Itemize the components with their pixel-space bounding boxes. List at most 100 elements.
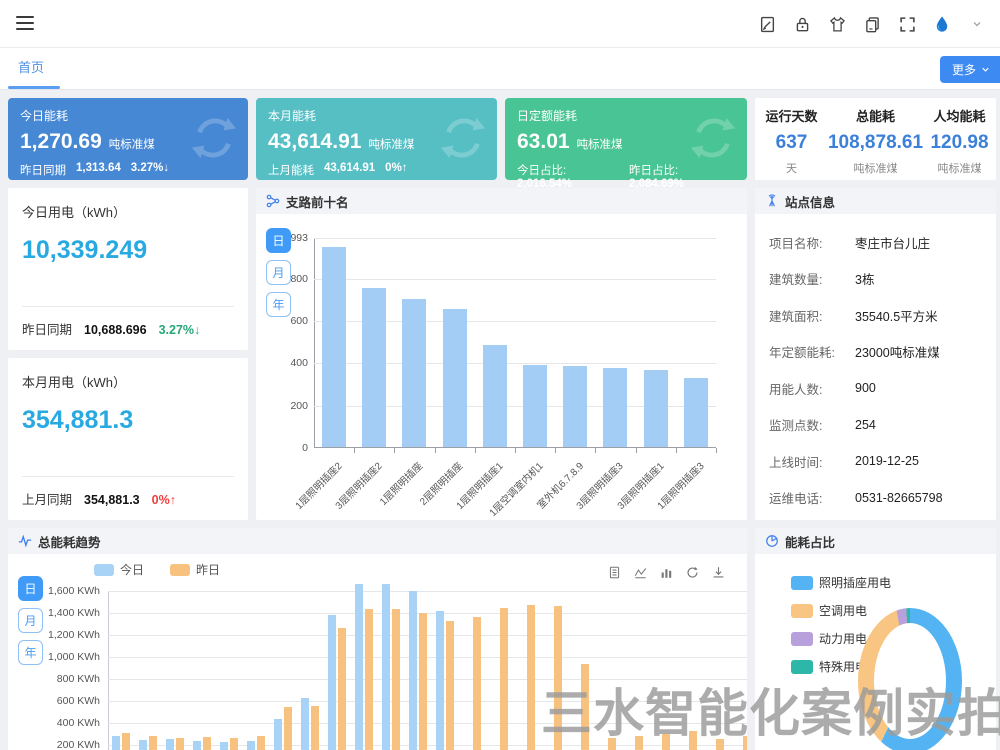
refresh-icon[interactable] bbox=[686, 566, 699, 579]
bar-chart-icon[interactable] bbox=[660, 566, 673, 579]
usage-sub-value: 10,688.696 bbox=[84, 323, 147, 337]
branch-bar[interactable] bbox=[443, 309, 467, 448]
today-electricity-card: 今日用电（kWh） 10,339.249 昨日同期 10,688.696 3.2… bbox=[8, 188, 248, 350]
kpi-value: 63.01 bbox=[517, 130, 570, 154]
branch-bar[interactable] bbox=[523, 365, 547, 448]
period-year-button[interactable]: 年 bbox=[266, 292, 291, 317]
trend-bar-today[interactable] bbox=[328, 615, 337, 750]
line-chart-icon[interactable] bbox=[634, 566, 647, 579]
lock-icon[interactable] bbox=[793, 15, 811, 33]
trend-bar-yesterday[interactable] bbox=[176, 738, 185, 750]
y-axis-tick: 1,600 KWh bbox=[44, 585, 100, 597]
fullscreen-icon[interactable] bbox=[898, 15, 916, 33]
trend-bar-today[interactable] bbox=[166, 739, 175, 750]
water-drop-logo[interactable] bbox=[933, 15, 951, 33]
branch-bar[interactable] bbox=[483, 345, 507, 447]
tab-home[interactable]: 首页 bbox=[10, 48, 52, 88]
trend-bar-yesterday[interactable] bbox=[419, 613, 428, 750]
y-axis-tick: 200 bbox=[256, 400, 308, 412]
y-axis-tick: 600 KWh bbox=[44, 695, 100, 707]
trend-bar-yesterday[interactable] bbox=[122, 733, 131, 750]
usage-sub-label: 昨日同期 bbox=[22, 319, 72, 338]
period-year-button[interactable]: 年 bbox=[18, 640, 43, 665]
trend-bar-yesterday[interactable] bbox=[311, 706, 320, 750]
stat-running-days: 运行天数 637 天 bbox=[755, 98, 828, 180]
branch-bar[interactable] bbox=[402, 299, 426, 447]
kpi-sub-percent: 0%↑ bbox=[385, 162, 407, 178]
more-button[interactable]: 更多 bbox=[940, 56, 1000, 83]
pie-chart-icon bbox=[765, 534, 779, 548]
menu-toggle-icon[interactable] bbox=[16, 16, 34, 31]
site-info-row: 监测点数:254 bbox=[769, 407, 982, 444]
branch-bar-chart[interactable]: 02004006008009931层照明插座23层照明插座21层照明插座2层照明… bbox=[314, 238, 716, 448]
edit-note-icon[interactable] bbox=[758, 15, 776, 33]
documents-icon[interactable] bbox=[863, 15, 881, 33]
trend-bar-today[interactable] bbox=[301, 698, 310, 750]
trend-bar-today[interactable] bbox=[382, 584, 391, 750]
trend-bar-today[interactable] bbox=[139, 740, 148, 750]
legend-item[interactable]: 空调用电 bbox=[791, 602, 891, 619]
kpi-unit: 吨标准煤 bbox=[109, 136, 155, 152]
y-axis-tick: 200 KWh bbox=[44, 739, 100, 750]
kpi-sub-label: 昨日同期 bbox=[20, 162, 66, 178]
theme-tshirt-icon[interactable] bbox=[828, 15, 846, 33]
legend-item[interactable]: 今日 bbox=[94, 561, 144, 578]
legend-label: 昨日 bbox=[196, 561, 220, 578]
trend-bar-today[interactable] bbox=[112, 736, 121, 750]
month-electricity-card: 本月用电（kWh） 354,881.3 上月同期 354,881.3 0%↑ bbox=[8, 358, 248, 520]
trend-bar-today[interactable] bbox=[436, 611, 445, 750]
trend-bar-yesterday[interactable] bbox=[473, 617, 482, 750]
trend-bar-today[interactable] bbox=[247, 741, 256, 750]
trend-bar-today[interactable] bbox=[274, 719, 283, 750]
panel-title: 能耗占比 bbox=[785, 532, 835, 551]
summary-stats-panel: 运行天数 637 天 总能耗 108,878.61 吨标准煤 人均能耗 120.… bbox=[755, 98, 996, 180]
panel-title: 总能耗趋势 bbox=[38, 532, 101, 551]
branch-bar[interactable] bbox=[563, 366, 587, 447]
y-axis-tick: 1,000 KWh bbox=[44, 651, 100, 663]
legend-swatch bbox=[791, 576, 813, 590]
kpi-sub-pair: 今日占比: 2,016.54% bbox=[517, 162, 619, 190]
branch-bar[interactable] bbox=[362, 288, 386, 447]
trend-bar-yesterday[interactable] bbox=[446, 621, 455, 750]
trend-bar-today[interactable] bbox=[355, 584, 364, 750]
trend-bar-yesterday[interactable] bbox=[500, 608, 509, 750]
site-info-row: 年定额能耗:23000吨标准煤 bbox=[769, 334, 982, 371]
y-axis-tick: 800 KWh bbox=[44, 673, 100, 685]
branch-bar[interactable] bbox=[603, 368, 627, 447]
panel-title: 支路前十名 bbox=[286, 192, 349, 211]
site-info-row: 运维电话:0531-82665798 bbox=[769, 480, 982, 517]
trend-bar-today[interactable] bbox=[409, 591, 418, 750]
trend-bar-yesterday[interactable] bbox=[284, 707, 293, 750]
kpi-card-month-energy: 本月能耗 43,614.91吨标准煤 上月能耗43,614.910%↑ bbox=[256, 98, 497, 180]
pulse-line-icon bbox=[18, 534, 32, 548]
chevron-down-icon[interactable] bbox=[968, 15, 986, 33]
trend-bar-yesterday[interactable] bbox=[338, 628, 347, 750]
period-month-button[interactable]: 月 bbox=[18, 608, 43, 633]
kpi-card-daily-quota: 日定额能耗 63.01吨标准煤 今日占比: 2,016.54% 昨日占比: 2,… bbox=[505, 98, 747, 180]
legend-item[interactable]: 照明插座用电 bbox=[791, 574, 891, 591]
trend-bar-yesterday[interactable] bbox=[365, 609, 374, 750]
trend-bar-yesterday[interactable] bbox=[149, 736, 158, 750]
trend-bar-yesterday[interactable] bbox=[527, 605, 536, 750]
usage-sub-label: 上月同期 bbox=[22, 489, 72, 508]
download-icon[interactable] bbox=[712, 566, 725, 579]
usage-percent: 0%↑ bbox=[152, 493, 176, 507]
branch-bar[interactable] bbox=[684, 378, 708, 447]
trend-bar-today[interactable] bbox=[193, 741, 202, 750]
trend-bar-yesterday[interactable] bbox=[230, 738, 239, 750]
usage-title: 本月用电（kWh） bbox=[22, 372, 126, 391]
usage-value: 10,339.249 bbox=[22, 236, 147, 265]
branch-bar[interactable] bbox=[322, 247, 346, 447]
trend-bar-yesterday[interactable] bbox=[203, 737, 212, 750]
topbar bbox=[0, 0, 1000, 48]
data-view-icon[interactable] bbox=[608, 566, 621, 579]
trend-bar-today[interactable] bbox=[220, 742, 229, 750]
stat-per-capita: 人均能耗 120.98 吨标准煤 bbox=[923, 98, 996, 180]
period-day-button[interactable]: 日 bbox=[18, 576, 43, 601]
branch-bar[interactable] bbox=[644, 370, 668, 447]
kpi-sub-label: 上月能耗 bbox=[268, 162, 314, 178]
legend-item[interactable]: 昨日 bbox=[170, 561, 220, 578]
trend-bar-yesterday[interactable] bbox=[392, 609, 401, 750]
stat-total-energy: 总能耗 108,878.61 吨标准煤 bbox=[828, 98, 923, 180]
trend-bar-yesterday[interactable] bbox=[257, 736, 266, 750]
